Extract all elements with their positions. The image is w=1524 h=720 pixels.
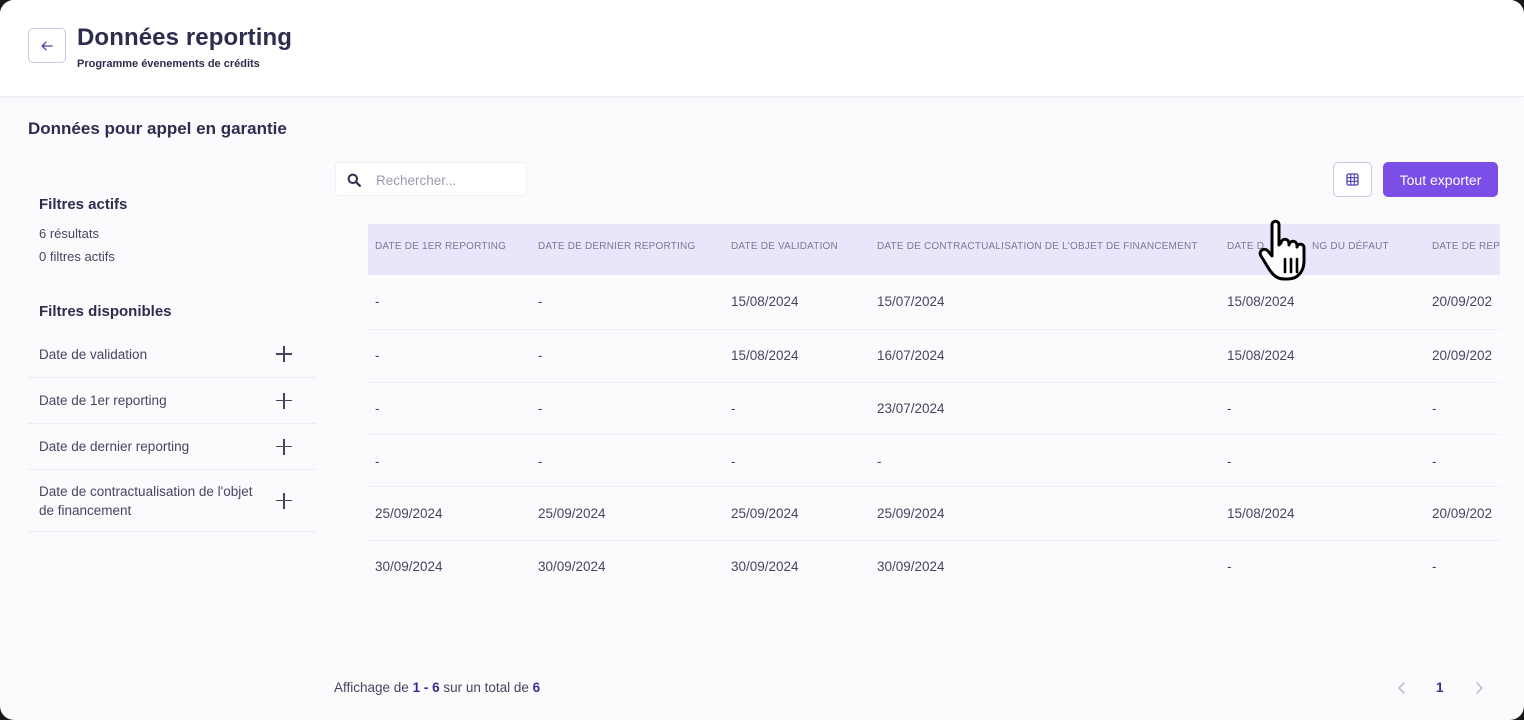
summary-range: 1 - 6 (412, 680, 440, 695)
page-title: Données reporting (77, 24, 293, 51)
table-cell: 15/08/2024 (731, 294, 799, 309)
table-cell: 20/09/202 (1432, 348, 1493, 363)
table-cell: - (538, 454, 543, 469)
table-cell: 30/09/2024 (375, 559, 443, 574)
pagination-page-current[interactable]: 1 (1436, 680, 1444, 695)
column-settings-button[interactable] (1333, 162, 1372, 197)
table-cell: - (731, 401, 736, 416)
chevron-left-icon[interactable] (1393, 679, 1411, 697)
pagination-summary: Affichage de 1 - 6 sur un total de 6 (334, 680, 540, 695)
filter-item-date-contractualisation[interactable]: Date de contractualisation de l'objet de… (28, 470, 316, 532)
app-window: Données reporting Programme évenements d… (0, 0, 1524, 720)
summary-middle: sur un total de (439, 680, 533, 695)
arrow-left-icon (41, 41, 53, 50)
column-header[interactable]: Date de 1er reporting (375, 241, 506, 252)
active-filters-count: 0 filtres actifs (39, 249, 115, 264)
table-cell: 25/09/2024 (731, 506, 799, 521)
data-table: Date de 1er reporting Date de dernier re… (368, 224, 1500, 594)
table-cell: - (375, 454, 380, 469)
table-cell: 15/08/2024 (1227, 348, 1295, 363)
summary-total: 6 (532, 680, 541, 695)
section-title: Données pour appel en garantie (28, 119, 287, 138)
plus-icon[interactable] (276, 346, 292, 362)
table-cell: 16/07/2024 (877, 348, 945, 363)
table-row[interactable]: 25/09/2024 25/09/2024 25/09/2024 25/09/2… (368, 487, 1500, 541)
table-cell: - (1227, 401, 1232, 416)
active-filters-heading: Filtres actifs (39, 196, 128, 213)
table-cell: 23/07/2024 (877, 401, 945, 416)
table-row[interactable]: - - - 23/07/2024 - - (368, 383, 1500, 435)
plus-icon[interactable] (276, 392, 292, 409)
available-filters-heading: Filtres disponibles (39, 303, 172, 320)
export-all-button[interactable]: Tout exporter (1383, 162, 1498, 197)
hand-pointer-cursor-icon (1258, 219, 1306, 281)
filter-item-date-dernier-reporting[interactable]: Date de dernier reporting (28, 424, 316, 470)
summary-prefix: Affichage de (334, 680, 413, 695)
table-cell: 15/08/2024 (1227, 294, 1295, 309)
table-cell: 25/09/2024 (538, 506, 606, 521)
table-cell: - (538, 401, 543, 416)
table-grid-icon (1346, 173, 1359, 186)
table-cell: 15/08/2024 (1227, 506, 1295, 521)
table-row[interactable]: 30/09/2024 30/09/2024 30/09/2024 30/09/2… (368, 541, 1500, 593)
table-cell: - (538, 294, 543, 309)
results-count: 6 résultats (39, 226, 99, 241)
table-cell: - (375, 401, 380, 416)
filter-label: Date de dernier reporting (39, 439, 190, 454)
table-cell: - (1227, 454, 1232, 469)
table-cell: - (375, 348, 380, 363)
table-row[interactable]: - - 15/08/2024 15/07/2024 15/08/2024 20/… (368, 275, 1500, 330)
table-cell: - (1227, 559, 1232, 574)
page-subtitle: Programme évenements de crédits (77, 58, 260, 70)
column-header[interactable]: Date de contractualisation de l'objet de… (877, 241, 1198, 252)
table-cell: 25/09/2024 (375, 506, 443, 521)
table-cell: - (375, 294, 380, 309)
search-box[interactable] (335, 162, 527, 196)
column-header[interactable]: Date de validation (731, 241, 838, 252)
table-row[interactable]: - - - - - - (368, 435, 1500, 487)
table-cell: 30/09/2024 (731, 559, 799, 574)
search-input[interactable] (376, 171, 516, 189)
table-cell: 20/09/202 (1432, 294, 1493, 309)
table-cell: 25/09/2024 (877, 506, 945, 521)
table-cell: - (877, 454, 882, 469)
table-cell: - (1432, 401, 1437, 416)
filter-item-date-validation[interactable]: Date de validation (28, 331, 316, 378)
plus-icon[interactable] (276, 438, 292, 455)
column-header[interactable]: Date de dernier reporting (538, 241, 695, 252)
table-header: Date de 1er reporting Date de dernier re… (368, 224, 1500, 275)
search-icon (347, 173, 361, 187)
table-cell: - (1432, 454, 1437, 469)
filter-item-date-1er-reporting[interactable]: Date de 1er reporting (28, 378, 316, 424)
table-cell: - (731, 454, 736, 469)
filter-label: Date de contractualisation de l'objet de… (39, 483, 253, 518)
table-row[interactable]: - - 15/08/2024 16/07/2024 15/08/2024 20/… (368, 330, 1500, 383)
table-cell: 15/08/2024 (731, 348, 799, 363)
table-cell: 30/09/2024 (538, 559, 606, 574)
table-cell: - (538, 348, 543, 363)
table-cell: 20/09/202 (1432, 506, 1493, 521)
table-cell: - (1432, 559, 1437, 574)
page-header: Données reporting Programme évenements d… (0, 0, 1524, 97)
table-cell: 15/07/2024 (877, 294, 945, 309)
plus-icon[interactable] (276, 492, 292, 509)
table-cell: 30/09/2024 (877, 559, 945, 574)
column-header[interactable]: Date de rep (1432, 241, 1500, 252)
filter-label: Date de 1er reporting (39, 393, 167, 408)
column-header[interactable]: ng du défaut (1312, 241, 1389, 252)
chevron-right-icon[interactable] (1470, 679, 1488, 697)
back-button[interactable] (28, 28, 66, 63)
filter-label: Date de validation (39, 346, 148, 362)
